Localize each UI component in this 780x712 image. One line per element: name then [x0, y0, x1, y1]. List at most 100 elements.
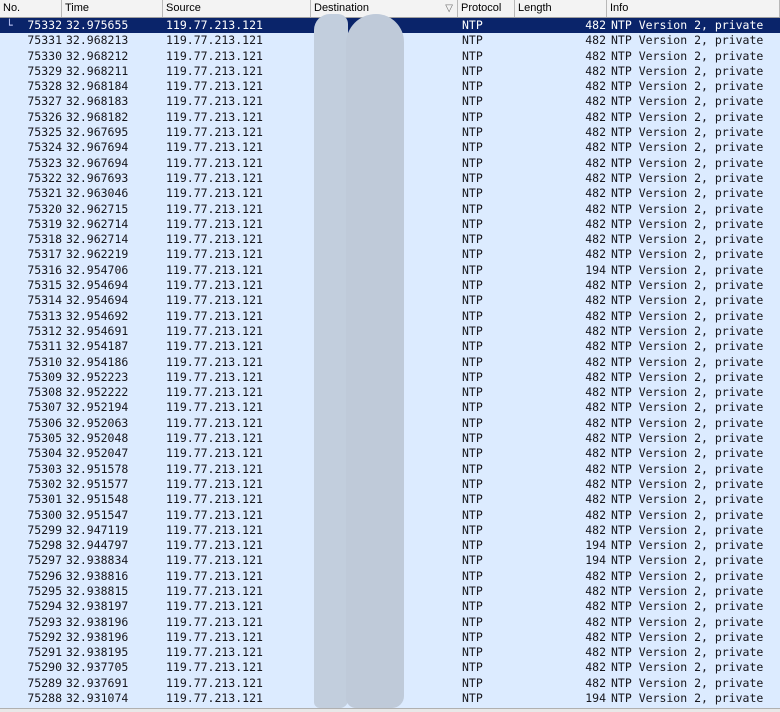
packet-protocol: NTP	[462, 385, 483, 400]
sort-down-triangle-icon: ▽	[445, 3, 453, 14]
packet-time: 32.952063	[66, 415, 129, 430]
column-header-length[interactable]: Length	[515, 0, 607, 17]
column-header-destination-label: Destination	[314, 2, 370, 14]
packet-protocol: NTP	[462, 33, 483, 48]
packet-protocol: NTP	[462, 186, 483, 201]
packet-number: 75325	[27, 125, 62, 140]
packet-length: 482	[585, 201, 606, 216]
packet-number: 75326	[27, 109, 62, 124]
packet-info: NTP Version 2, private	[611, 79, 764, 94]
packet-source: 119.77.213.121	[166, 170, 263, 185]
packet-length: 482	[585, 339, 606, 354]
packet-time: 32.938196	[66, 614, 129, 629]
packet-source: 119.77.213.121	[166, 507, 263, 522]
packet-source: 119.77.213.121	[166, 629, 263, 644]
packet-number: 75301	[27, 492, 62, 507]
packet-length: 482	[585, 507, 606, 522]
packet-number: 75289	[27, 675, 62, 690]
packet-protocol: NTP	[462, 262, 483, 277]
packet-protocol: NTP	[462, 18, 483, 32]
packet-info: NTP Version 2, private	[611, 354, 764, 369]
column-header-protocol[interactable]: Protocol	[458, 0, 515, 17]
packet-source: 119.77.213.121	[166, 492, 263, 507]
packet-length: 482	[585, 599, 606, 614]
packet-protocol: NTP	[462, 691, 483, 706]
packet-number: 75291	[27, 645, 62, 660]
packet-length: 482	[585, 629, 606, 644]
packet-protocol: NTP	[462, 446, 483, 461]
packet-info: NTP Version 2, private	[611, 645, 764, 660]
packet-time: 32.967695	[66, 125, 129, 140]
packet-number: 75324	[27, 140, 62, 155]
column-header-info[interactable]: Info	[607, 0, 780, 17]
packet-info: NTP Version 2, private	[611, 170, 764, 185]
packet-protocol: NTP	[462, 125, 483, 140]
packet-time: 32.951577	[66, 476, 129, 491]
packet-length: 482	[585, 155, 606, 170]
packet-protocol: NTP	[462, 369, 483, 384]
packet-info: NTP Version 2, private	[611, 446, 764, 461]
packet-number: 75293	[27, 614, 62, 629]
packet-source: 119.77.213.121	[166, 323, 263, 338]
packet-info: NTP Version 2, private	[611, 507, 764, 522]
packet-protocol: NTP	[462, 247, 483, 262]
packet-source: 119.77.213.121	[166, 461, 263, 476]
packet-info: NTP Version 2, private	[611, 155, 764, 170]
packet-number: 75290	[27, 660, 62, 675]
packet-number: 75327	[27, 94, 62, 109]
packet-number: 75331	[27, 33, 62, 48]
packet-source: 119.77.213.121	[166, 201, 263, 216]
packet-number: 75313	[27, 308, 62, 323]
packet-protocol: NTP	[462, 63, 483, 78]
packet-info: NTP Version 2, private	[611, 660, 764, 675]
packet-time: 32.951548	[66, 492, 129, 507]
packet-source: 119.77.213.121	[166, 675, 263, 690]
packet-length: 482	[585, 385, 606, 400]
packet-length: 194	[585, 691, 606, 706]
packet-protocol: NTP	[462, 461, 483, 476]
packet-source: 119.77.213.121	[166, 232, 263, 247]
packet-protocol: NTP	[462, 201, 483, 216]
packet-length: 482	[585, 63, 606, 78]
packet-info: NTP Version 2, private	[611, 415, 764, 430]
packet-info: NTP Version 2, private	[611, 48, 764, 63]
packet-time: 32.938197	[66, 599, 129, 614]
packet-length: 482	[585, 232, 606, 247]
packet-protocol: NTP	[462, 354, 483, 369]
packet-info: NTP Version 2, private	[611, 94, 764, 109]
packet-time: 32.967694	[66, 155, 129, 170]
packet-length: 482	[585, 645, 606, 660]
packet-protocol: NTP	[462, 79, 483, 94]
packet-number: 75292	[27, 629, 62, 644]
packet-length: 482	[585, 675, 606, 690]
column-header-no[interactable]: No.	[0, 0, 62, 17]
packet-info: NTP Version 2, private	[611, 522, 764, 537]
packet-number: 75296	[27, 568, 62, 583]
packet-time: 32.967693	[66, 170, 129, 185]
packet-time: 32.952047	[66, 446, 129, 461]
packet-source: 119.77.213.121	[166, 599, 263, 614]
packet-length: 482	[585, 614, 606, 629]
packet-time: 32.938815	[66, 583, 129, 598]
packet-info: NTP Version 2, private	[611, 614, 764, 629]
packet-info: NTP Version 2, private	[611, 461, 764, 476]
column-header-time-label: Time	[65, 2, 90, 14]
packet-source: 119.77.213.121	[166, 186, 263, 201]
packet-info: NTP Version 2, private	[611, 33, 764, 48]
column-header-protocol-label: Protocol	[461, 2, 502, 14]
packet-protocol: NTP	[462, 645, 483, 660]
packet-protocol: NTP	[462, 415, 483, 430]
packet-time: 32.954706	[66, 262, 129, 277]
horizontal-scrollbar[interactable]	[0, 708, 780, 712]
packet-protocol: NTP	[462, 553, 483, 568]
packet-time: 32.952223	[66, 369, 129, 384]
packet-info: NTP Version 2, private	[611, 629, 764, 644]
packet-source: 119.77.213.121	[166, 476, 263, 491]
packet-info: NTP Version 2, private	[611, 18, 764, 32]
packet-length: 482	[585, 400, 606, 415]
packet-length: 482	[585, 583, 606, 598]
packet-source: 119.77.213.121	[166, 33, 263, 48]
packet-length: 482	[585, 293, 606, 308]
column-header-time[interactable]: Time	[62, 0, 163, 17]
column-header-source[interactable]: Source	[163, 0, 311, 17]
